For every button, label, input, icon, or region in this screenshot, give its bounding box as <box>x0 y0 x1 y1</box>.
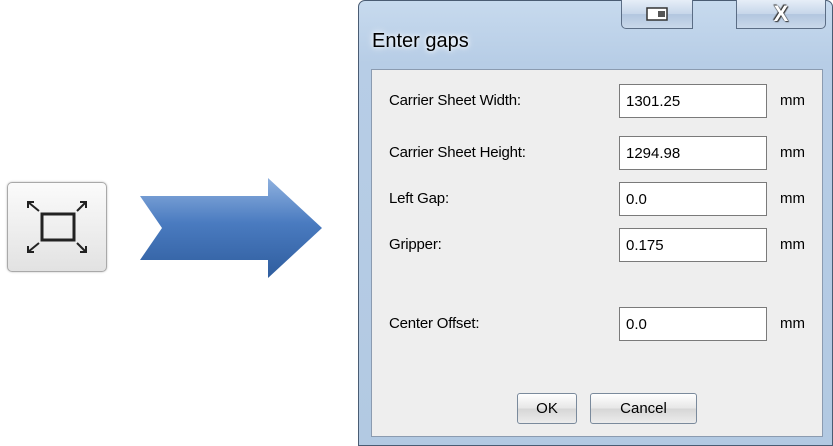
left-gap-row: Left Gap: mm <box>372 182 822 216</box>
field-label: Carrier Sheet Width: <box>389 92 521 109</box>
restore-button[interactable] <box>621 0 693 29</box>
dialog-title: Enter gaps <box>372 30 469 52</box>
unit-label: mm <box>780 92 805 109</box>
field-label: Left Gap: <box>389 190 449 207</box>
unit-label: mm <box>780 190 805 207</box>
close-icon: X <box>773 1 789 26</box>
field-label: Gripper: <box>389 236 442 253</box>
field-label: Carrier Sheet Height: <box>389 144 526 161</box>
restore-icon <box>646 7 668 21</box>
ok-button[interactable]: OK <box>517 393 577 424</box>
field-label: Center Offset: <box>389 315 480 332</box>
gripper-input[interactable] <box>619 228 767 262</box>
carrier-sheet-height-input[interactable] <box>619 136 767 170</box>
fit-to-frame-icon <box>27 201 87 253</box>
unit-label: mm <box>780 144 805 161</box>
left-gap-input[interactable] <box>619 182 767 216</box>
carrier-sheet-height-row: Carrier Sheet Height: mm <box>372 136 822 170</box>
dialog-content: Carrier Sheet Width: mm Carrier Sheet He… <box>371 69 823 437</box>
unit-label: mm <box>780 236 805 253</box>
fit-frame-button[interactable] <box>7 182 107 272</box>
center-offset-input[interactable] <box>619 307 767 341</box>
close-button[interactable]: X <box>736 0 826 29</box>
gripper-row: Gripper: mm <box>372 228 822 262</box>
right-arrow-icon <box>140 178 322 278</box>
enter-gaps-dialog: Enter gaps X Carrier Sheet Width: mm Car… <box>358 0 833 446</box>
cancel-button[interactable]: Cancel <box>590 393 697 424</box>
center-offset-row: Center Offset: mm <box>372 307 822 341</box>
unit-label: mm <box>780 315 805 332</box>
carrier-sheet-width-input[interactable] <box>619 84 767 118</box>
carrier-sheet-width-row: Carrier Sheet Width: mm <box>372 84 822 118</box>
